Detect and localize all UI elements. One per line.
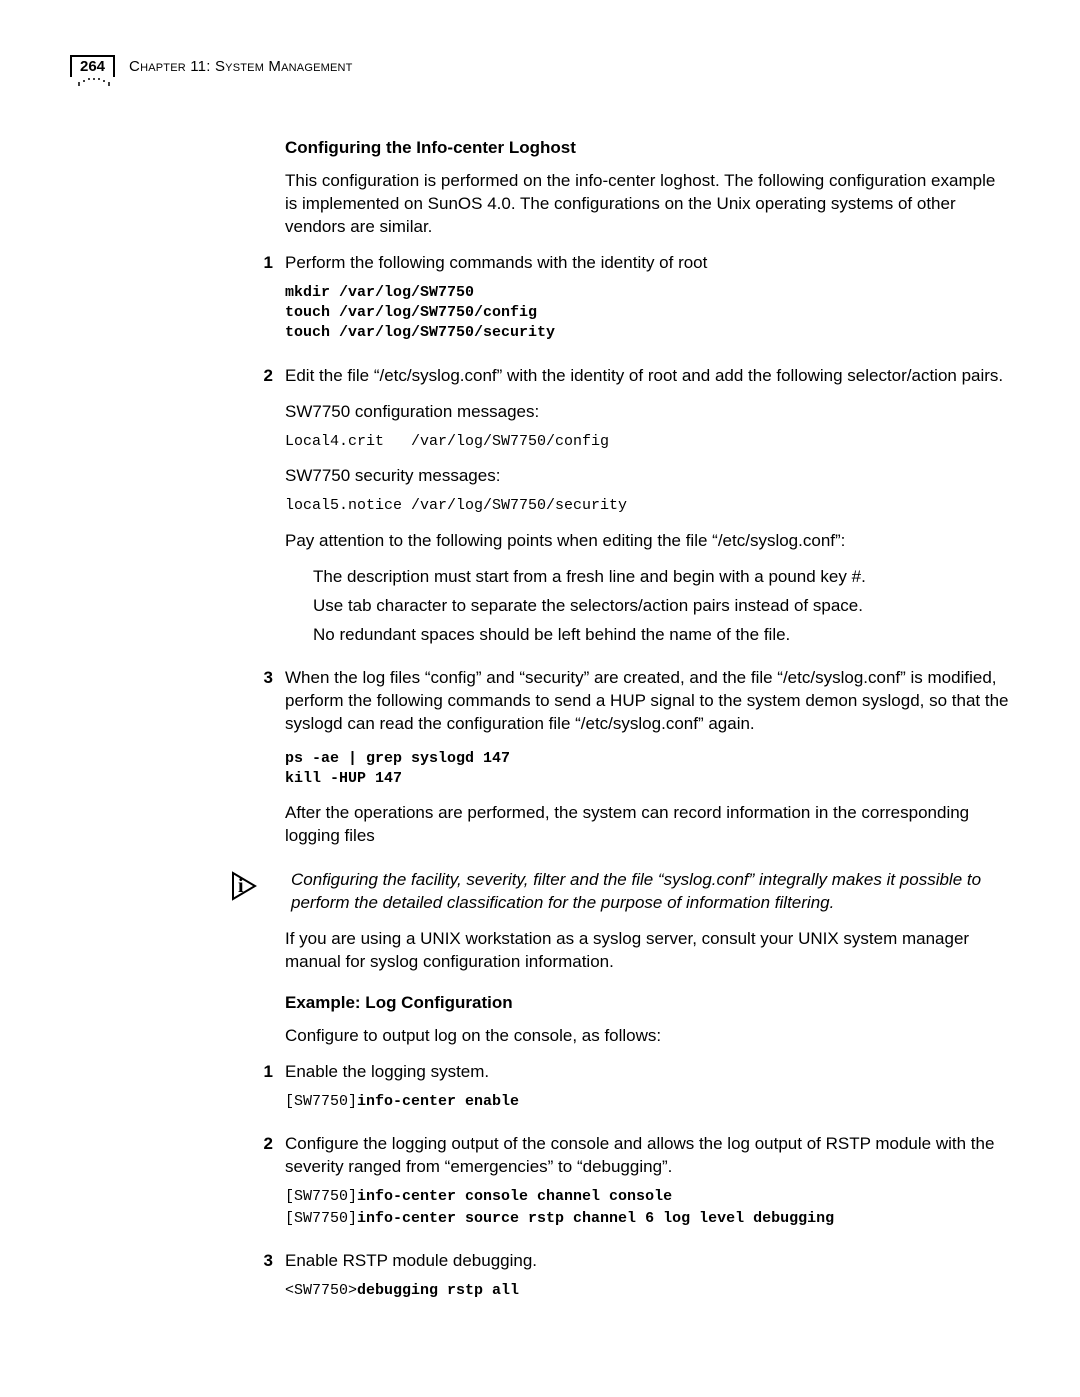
bullet-item: The description must start from a fresh … (313, 566, 1010, 589)
section-heading: Example: Log Configuration (285, 992, 1010, 1015)
dot-pattern-icon (78, 78, 118, 92)
code-block: ps -ae | grep syslogd 147 kill -HUP 147 (285, 749, 1010, 790)
step-text: Configure the logging output of the cons… (285, 1133, 1010, 1179)
code-line: local5.notice /var/log/SW7750/security (285, 496, 1010, 516)
bullet-item: No redundant spaces should be left behin… (313, 624, 1010, 647)
paragraph: After the operations are performed, the … (285, 802, 1010, 848)
step-number: 3 (255, 667, 273, 690)
numbered-step: 2 Edit the file “/etc/syslog.conf” with … (285, 365, 1010, 653)
step-number: 2 (255, 365, 273, 388)
code-block: mkdir /var/log/SW7750 touch /var/log/SW7… (285, 283, 1010, 344)
code-line: [SW7750]info-center source rstp channel … (285, 1209, 1010, 1229)
code-line: <SW7750>debugging rstp all (285, 1281, 1010, 1301)
paragraph: Configure to output log on the console, … (285, 1025, 1010, 1048)
step-text: Enable RSTP module debugging. (285, 1250, 1010, 1273)
numbered-step: 1 Perform the following commands with th… (285, 252, 1010, 357)
code-line: [SW7750]info-center console channel cons… (285, 1187, 1010, 1207)
page-number: 264 (70, 55, 115, 77)
step-text: Perform the following commands with the … (285, 252, 1010, 275)
content-column: Configuring the Info-center Loghost This… (285, 137, 1010, 1314)
step-number: 3 (255, 1250, 273, 1273)
step-text: When the log files “config” and “securit… (285, 667, 1010, 736)
code-line: [SW7750]info-center enable (285, 1092, 1010, 1112)
paragraph: Pay attention to the following points wh… (285, 530, 1010, 553)
note-callout: i Configuring the facility, severity, fi… (285, 869, 1010, 915)
step-number: 2 (255, 1133, 273, 1156)
step-number: 1 (255, 1061, 273, 1084)
numbered-step: 1 Enable the logging system. [SW7750]inf… (285, 1061, 1010, 1125)
paragraph: SW7750 configuration messages: (285, 401, 1010, 424)
numbered-step: 3 Enable RSTP module debugging. <SW7750>… (285, 1250, 1010, 1314)
code-line: Local4.crit /var/log/SW7750/config (285, 432, 1010, 452)
section-heading: Configuring the Info-center Loghost (285, 137, 1010, 160)
numbered-step: 2 Configure the logging output of the co… (285, 1133, 1010, 1242)
bullet-item: Use tab character to separate the select… (313, 595, 1010, 618)
chapter-title: Chapter 11: System Management (129, 55, 353, 77)
running-header: 264 Chapter 11: System Management (70, 55, 1010, 77)
note-text: Configuring the facility, severity, filt… (291, 869, 1010, 915)
paragraph: If you are using a UNIX workstation as a… (285, 928, 1010, 974)
svg-text:i: i (238, 875, 244, 897)
paragraph: SW7750 security messages: (285, 465, 1010, 488)
step-text: Edit the file “/etc/syslog.conf” with th… (285, 365, 1010, 388)
info-icon: i (231, 871, 271, 908)
step-text: Enable the logging system. (285, 1061, 1010, 1084)
paragraph: This configuration is performed on the i… (285, 170, 1010, 239)
step-number: 1 (255, 252, 273, 275)
page: 264 Chapter 11: System Management Config… (0, 0, 1080, 1397)
numbered-step: 3 When the log files “config” and “secur… (285, 667, 1010, 861)
